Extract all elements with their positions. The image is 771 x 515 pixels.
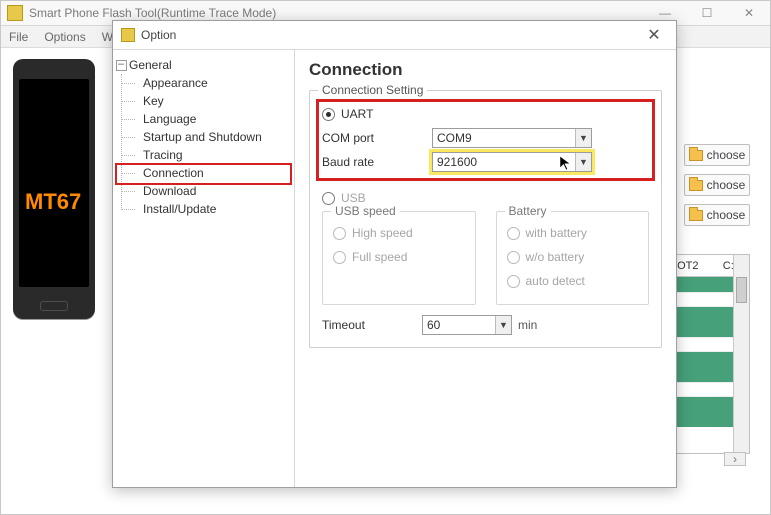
usb-full-speed-radio: [333, 251, 346, 264]
folder-icon: [689, 150, 703, 161]
choose-label: choose: [707, 178, 746, 192]
main-title: Smart Phone Flash Tool(Runtime Trace Mod…: [29, 6, 276, 20]
battery-with-label: with battery: [526, 226, 587, 240]
fieldset-legend: Connection Setting: [318, 83, 427, 97]
battery-without-row: w/o battery: [507, 246, 639, 268]
scroll-thumb[interactable]: [736, 277, 747, 303]
tree-item-label: Install/Update: [143, 202, 216, 216]
tree-item-label: Connection: [143, 166, 204, 180]
battery-legend: Battery: [505, 204, 551, 218]
com-port-row: COM port COM9 ▼: [322, 127, 649, 149]
usb-full-speed-label: Full speed: [352, 250, 407, 264]
battery-auto-radio: [507, 275, 520, 288]
tree-item-label: Appearance: [143, 76, 208, 90]
choose-button-column: choose choose choose: [684, 144, 750, 226]
battery-without-label: w/o battery: [526, 250, 585, 264]
usb-speed-group: USB speed High speed Full speed: [322, 211, 476, 305]
tree-item-label: Key: [143, 94, 164, 108]
usb-high-speed-label: High speed: [352, 226, 413, 240]
app-icon: [7, 5, 23, 21]
dialog-close-button[interactable]: ✕: [632, 21, 676, 49]
folder-icon: [689, 210, 703, 221]
tree-item-install-update[interactable]: Install/Update: [135, 200, 294, 218]
folder-icon: [689, 180, 703, 191]
tree-item-label: Download: [143, 184, 196, 198]
usb-high-speed-radio: [333, 227, 346, 240]
dialog-titlebar: Option ✕: [113, 21, 676, 49]
baud-rate-value: 921600: [433, 155, 575, 169]
baud-rate-row: Baud rate 921600 ▼: [322, 151, 649, 173]
dialog-icon: [121, 28, 135, 42]
tree-item-appearance[interactable]: Appearance: [135, 74, 294, 92]
device-screen-text: MT67: [13, 189, 95, 215]
tree-item-label: Startup and Shutdown: [143, 130, 262, 144]
device-image: MT67: [13, 59, 95, 319]
usb-speed-legend: USB speed: [331, 204, 400, 218]
dialog-title: Option: [141, 28, 176, 42]
chevron-down-icon[interactable]: ▼: [575, 153, 591, 171]
tree-root-general[interactable]: General: [113, 56, 294, 74]
tree-item-key[interactable]: Key: [135, 92, 294, 110]
baud-rate-label: Baud rate: [322, 155, 432, 169]
choose-label: choose: [707, 148, 746, 162]
table-col: OT2: [677, 260, 698, 272]
uart-radio[interactable]: [322, 108, 335, 121]
dialog-body: General Appearance Key Language Startup …: [113, 49, 676, 487]
option-dialog: Option ✕ General Appearance Key Language…: [112, 20, 677, 488]
com-port-select[interactable]: COM9 ▼: [432, 128, 592, 148]
battery-with-row: with battery: [507, 222, 639, 244]
usb-subgroups: USB speed High speed Full speed Battery: [322, 211, 649, 305]
choose-button[interactable]: choose: [684, 144, 750, 166]
timeout-value: 60: [423, 318, 495, 332]
com-port-value: COM9: [433, 131, 575, 145]
tree-item-download[interactable]: Download: [135, 182, 294, 200]
battery-without-radio: [507, 251, 520, 264]
device-home-button: [40, 301, 68, 311]
battery-group: Battery with battery w/o battery auto de…: [496, 211, 650, 305]
menu-file[interactable]: File: [9, 30, 28, 44]
com-port-label: COM port: [322, 131, 432, 145]
battery-with-radio: [507, 227, 520, 240]
timeout-unit: min: [518, 318, 537, 332]
tree-item-label: Tracing: [143, 148, 183, 162]
choose-button[interactable]: choose: [684, 204, 750, 226]
usb-high-speed-row: High speed: [333, 222, 465, 244]
choose-button[interactable]: choose: [684, 174, 750, 196]
menu-options[interactable]: Options: [44, 30, 85, 44]
panel-heading: Connection: [309, 60, 662, 80]
baud-rate-select[interactable]: 921600 ▼: [432, 152, 592, 172]
tree-item-connection[interactable]: Connection: [135, 164, 294, 182]
maximize-button[interactable]: ☐: [686, 1, 728, 26]
chevron-down-icon[interactable]: ▼: [495, 316, 511, 334]
usb-label: USB: [341, 191, 366, 205]
usb-radio[interactable]: [322, 192, 335, 205]
horizontal-scroll-right[interactable]: ›: [724, 452, 746, 466]
tree-item-language[interactable]: Language: [135, 110, 294, 128]
tree-item-tracing[interactable]: Tracing: [135, 146, 294, 164]
battery-auto-label: auto detect: [526, 274, 585, 288]
connection-setting-fieldset: Connection Setting UART COM port COM9 ▼ …: [309, 90, 662, 348]
chevron-down-icon[interactable]: ▼: [575, 129, 591, 147]
timeout-label: Timeout: [322, 318, 422, 332]
options-tree: General Appearance Key Language Startup …: [113, 50, 295, 487]
tree-item-label: Language: [143, 112, 196, 126]
close-button[interactable]: ✕: [728, 1, 770, 26]
connection-panel: Connection Connection Setting UART COM p…: [295, 50, 676, 487]
tree-root-label: General: [129, 58, 172, 72]
tree-item-startup-shutdown[interactable]: Startup and Shutdown: [135, 128, 294, 146]
uart-radio-row[interactable]: UART: [322, 103, 649, 125]
choose-label: choose: [707, 208, 746, 222]
tree-children: Appearance Key Language Startup and Shut…: [113, 74, 294, 218]
usb-full-speed-row: Full speed: [333, 246, 465, 268]
timeout-row: Timeout 60 ▼ min: [322, 315, 649, 335]
battery-auto-row: auto detect: [507, 270, 639, 292]
uart-label: UART: [341, 107, 373, 121]
vertical-scrollbar[interactable]: [733, 255, 749, 453]
timeout-select[interactable]: 60 ▼: [422, 315, 512, 335]
